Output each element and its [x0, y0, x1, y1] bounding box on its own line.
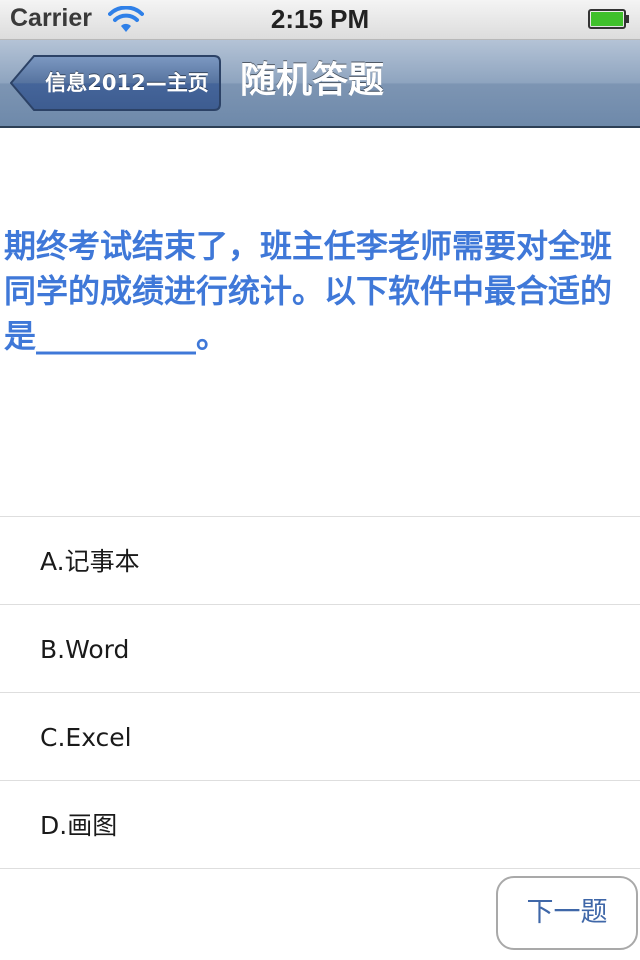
back-button-label: 信息2012—主页 [45, 71, 209, 95]
question-text: 期终考试结束了，班主任李老师需要对全班同学的成绩进行统计。以下软件中最合适的是_… [4, 227, 613, 355]
navigation-bar: 信息2012—主页 随机答题 [0, 40, 640, 128]
battery-icon [588, 9, 630, 29]
option-label: A.记事本 [40, 547, 140, 576]
option-b[interactable]: B.Word [0, 605, 640, 693]
option-c[interactable]: C.Excel [0, 693, 640, 781]
status-bar: Carrier 2:15 PM [0, 0, 640, 40]
next-question-button[interactable]: 下一题 [496, 876, 638, 950]
option-label: B.Word [40, 635, 130, 664]
page-title: 随机答题 [240, 60, 385, 101]
option-d[interactable]: D.画图 [0, 781, 640, 869]
status-time: 2:15 PM [270, 4, 370, 34]
option-label: D.画图 [40, 811, 118, 840]
options-list: A.记事本 B.Word C.Excel D.画图 [0, 516, 640, 869]
option-a[interactable]: A.记事本 [0, 517, 640, 605]
back-button[interactable]: 信息2012—主页 [10, 54, 222, 112]
option-label: C.Excel [40, 723, 132, 752]
